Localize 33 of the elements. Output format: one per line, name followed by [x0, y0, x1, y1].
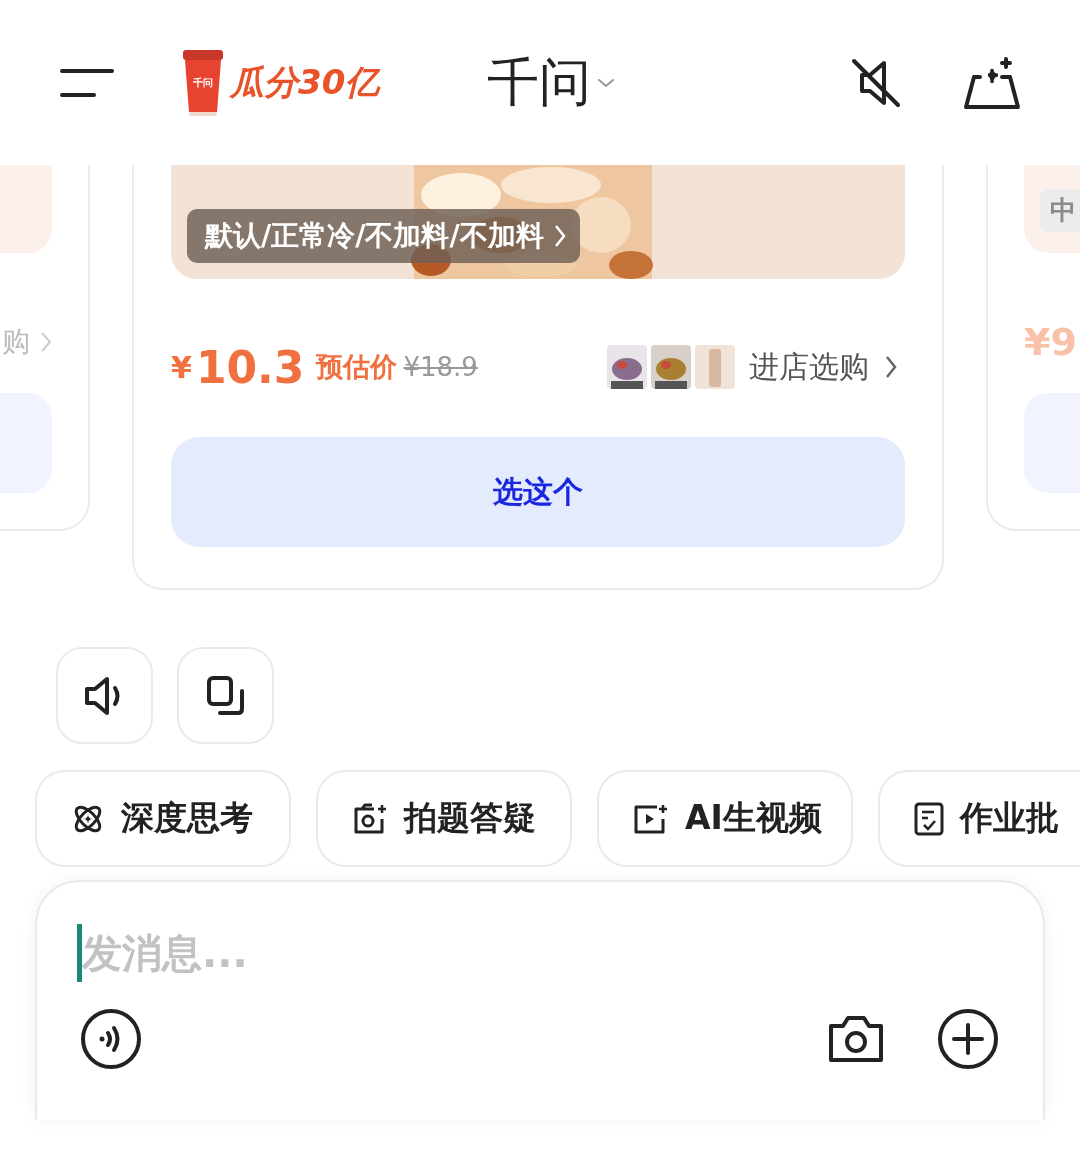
text-cursor — [77, 924, 82, 982]
price-note: 预估价 — [316, 350, 398, 384]
chevron-right-icon — [885, 355, 897, 379]
camera-sparkle-icon — [352, 802, 388, 835]
price: 10.3 — [195, 341, 305, 393]
sparkle-frame-icon[interactable] — [962, 54, 1022, 111]
voice-icon[interactable] — [80, 1008, 142, 1070]
cup-label: 千问 — [193, 75, 213, 90]
select-button[interactable]: 选这个 — [171, 437, 905, 547]
cup-icon[interactable] — [180, 47, 226, 118]
shortcut-chip[interactable]: AI生视频 — [597, 770, 853, 867]
add-icon[interactable] — [937, 1008, 999, 1070]
size-badge: 中 — [1040, 189, 1080, 232]
shortcut-chip[interactable]: 拍题答疑 — [316, 770, 572, 867]
shop-link[interactable]: 进店选购 — [749, 346, 869, 388]
video-sparkle-icon — [633, 802, 669, 835]
original-price: ¥18.9 — [403, 352, 478, 382]
shortcut-chip[interactable]: 深度思考 — [35, 770, 291, 867]
chevron-right-icon — [553, 224, 566, 248]
promo-text[interactable]: 瓜分30亿 — [230, 59, 380, 106]
camera-icon[interactable] — [827, 1014, 885, 1064]
shortcut-chip[interactable]: 作业批 — [878, 770, 1080, 867]
dropdown-caret-icon[interactable] — [597, 77, 616, 88]
spec-tag[interactable]: 默认/正常冷/不加料/不加料 — [187, 209, 580, 263]
speaker-button[interactable] — [56, 647, 153, 744]
app-title[interactable]: 千问 — [487, 47, 592, 118]
copy-button[interactable] — [177, 647, 274, 744]
price: ¥9 — [1024, 319, 1078, 366]
menu-icon[interactable] — [60, 67, 114, 98]
currency-symbol: ¥ — [171, 349, 192, 385]
copy-icon — [205, 674, 246, 717]
chevron-right-icon — [40, 331, 52, 353]
checklist-icon — [914, 801, 944, 836]
